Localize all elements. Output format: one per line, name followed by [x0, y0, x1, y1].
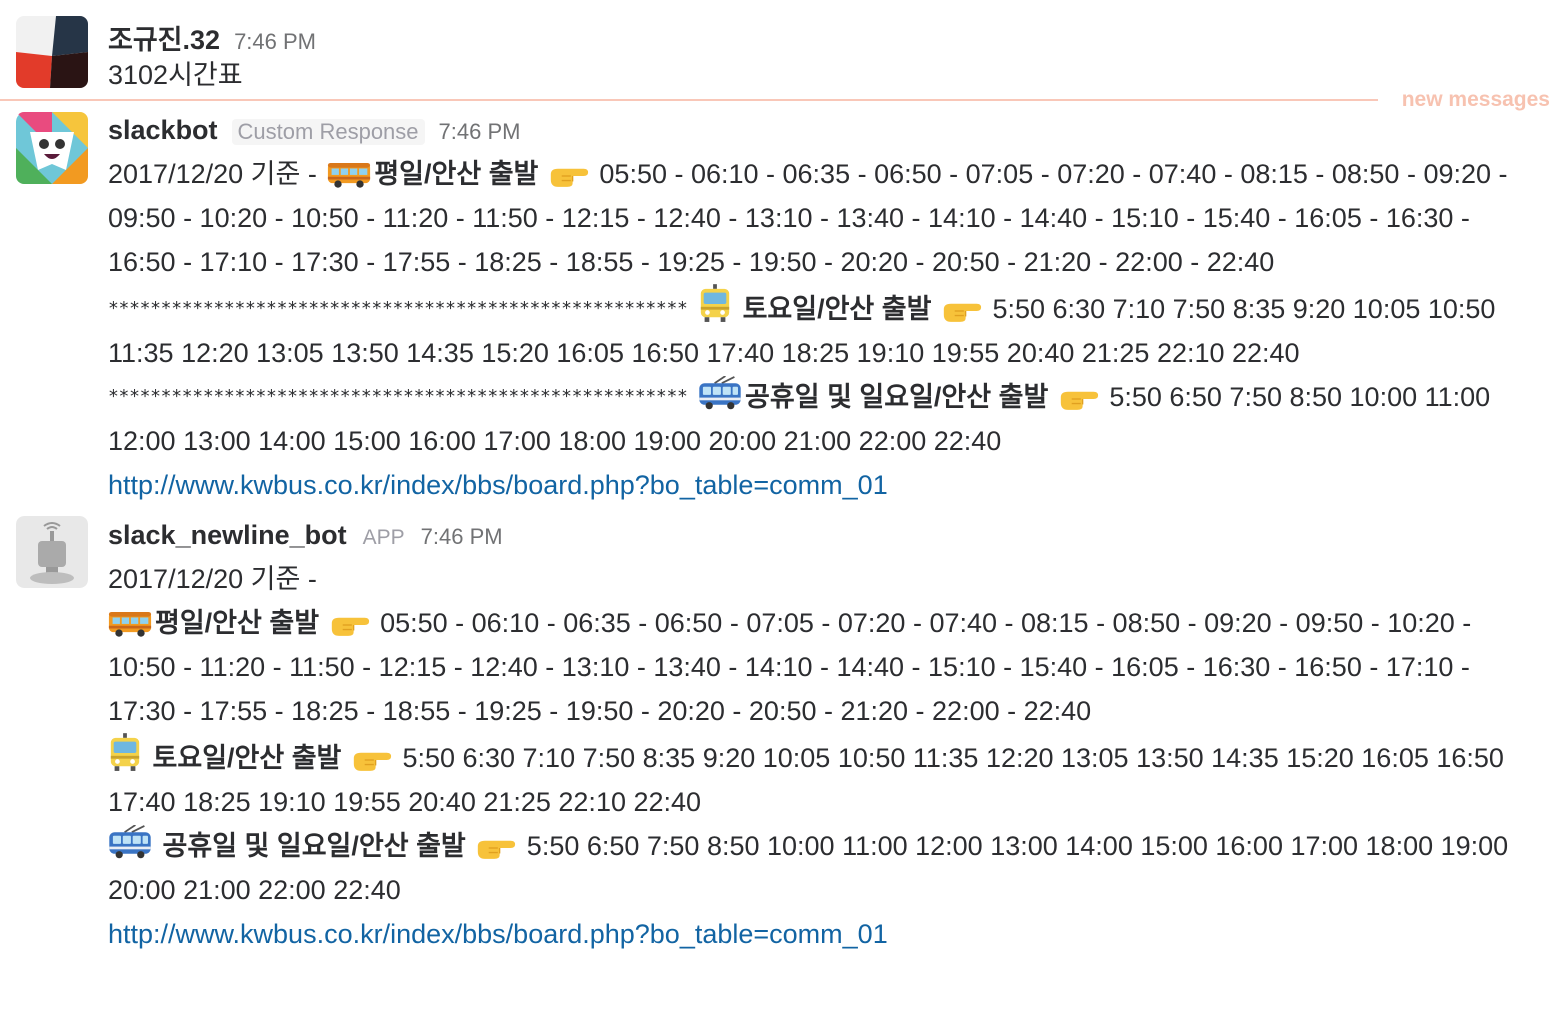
timetable-link[interactable]: http://www.kwbus.co.kr/index/bbs/board.p… [108, 470, 888, 500]
slackbot-avatar[interactable] [16, 112, 88, 184]
timetable-link[interactable]: http://www.kwbus.co.kr/index/bbs/board.p… [108, 919, 888, 949]
date-prefix: 2017/12/20 기준 - [108, 564, 317, 594]
pointing-right-icon [549, 163, 589, 189]
pointing-right-icon [942, 298, 982, 324]
message-header: 조규진.32 7:46 PM [108, 18, 316, 57]
message-header: slack_newline_bot APP 7:46 PM [108, 520, 503, 551]
author-name[interactable]: slackbot [108, 115, 218, 146]
holiday-line: 공휴일 및 일요일/안산 출발 5:50 6:50 7:50 8:50 10:0… [108, 824, 1516, 912]
weekday-times: 05:50 - 06:10 - 06:35 - 06:50 - 07:05 - … [108, 159, 1508, 277]
saturday-line: 토요일/안산 출발 5:50 6:30 7:10 7:50 8:35 9:20 … [108, 733, 1516, 824]
weekday-label: 평일/안산 출발 [374, 159, 539, 189]
saturday-label: 토요일/안산 출발 [742, 294, 932, 324]
holiday-label: 공휴일 및 일요일/안산 출발 [162, 831, 466, 861]
trolleybus-icon [108, 825, 152, 861]
app-badge: APP [362, 526, 405, 549]
message-text: 3102시간표 [108, 60, 243, 90]
new-messages-divider [0, 99, 1378, 101]
custom-response-tag: Custom Response [231, 119, 425, 145]
saturday-label: 토요일/안산 출발 [152, 743, 342, 773]
message-text: 2017/12/20 기준 - 평일/안산 출발 05:50 - 06:10 -… [108, 557, 1516, 956]
trolleybus-icon [698, 376, 742, 412]
timestamp[interactable]: 7:46 PM [439, 119, 521, 145]
weekday-label: 평일/안산 출발 [155, 608, 320, 638]
pointing-right-icon [1059, 386, 1099, 412]
bot-avatar[interactable] [16, 516, 88, 588]
message-text: 2017/12/20 기준 - 평일/안산 출발 05:50 - 06:10 -… [108, 152, 1516, 507]
user-avatar[interactable] [16, 16, 88, 88]
pointing-right-icon [330, 612, 370, 638]
tram-icon [108, 733, 142, 773]
message-header: slackbot Custom Response 7:46 PM [108, 115, 520, 146]
new-messages-label: new messages [1401, 88, 1550, 111]
author-name[interactable]: slack_newline_bot [108, 520, 347, 551]
author-name[interactable]: 조규진.32 [108, 18, 220, 57]
bus-icon [108, 608, 152, 638]
pointing-right-icon [476, 835, 516, 861]
tram-icon [698, 284, 732, 324]
date-prefix: 2017/12/20 기준 - [108, 159, 317, 189]
pointing-right-icon [352, 747, 392, 773]
timestamp[interactable]: 7:46 PM [234, 29, 316, 55]
weekday-line: 평일/안산 출발 05:50 - 06:10 - 06:35 - 06:50 -… [108, 601, 1516, 733]
holiday-label: 공휴일 및 일요일/안산 출발 [745, 382, 1049, 412]
bus-icon [327, 159, 371, 189]
timestamp[interactable]: 7:46 PM [421, 524, 503, 550]
separator: ****************************************… [108, 298, 688, 319]
separator: ****************************************… [108, 386, 688, 407]
